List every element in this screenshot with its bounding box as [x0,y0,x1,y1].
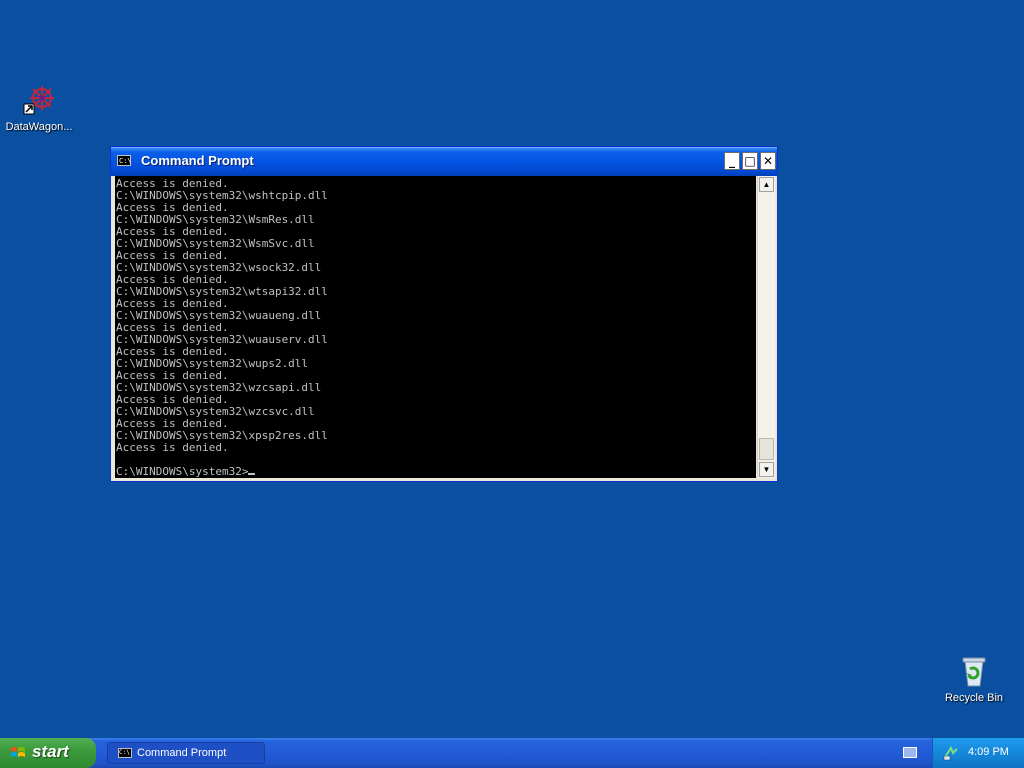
scroll-up-button[interactable]: ▲ [759,177,774,192]
command-prompt-text: C:\WINDOWS\system32> [116,465,249,478]
system-tray: 4:09 PM [932,738,1024,768]
maximize-icon: □ [744,154,756,168]
clock[interactable]: 4:09 PM [968,746,1009,758]
taskbar-item-label: Command Prompt [137,747,227,759]
up-arrow-icon: ▲ [762,180,771,189]
cmd-icon: C:\ [118,748,132,758]
desktop-icon-recycle-bin[interactable]: Recycle Bin [936,655,1012,704]
network-icon[interactable] [943,745,959,761]
command-prompt-window[interactable]: C:\ Command Prompt _ □ ✕ Access is denie… [110,146,778,482]
keyboard-icon[interactable] [903,747,917,758]
desktop-icon-label: Recycle Bin [944,692,1004,704]
vertical-scrollbar[interactable]: ▲ ▼ [757,176,775,478]
console-output[interactable]: Access is denied. C:\WINDOWS\system32\ws… [115,176,756,478]
desktop-icon-label: DataWagon... [5,121,73,133]
console-text: Access is denied. C:\WINDOWS\system32\ws… [115,176,756,478]
cmd-icon[interactable]: C:\ [117,155,132,166]
maximize-button[interactable]: □ [742,152,758,170]
windows-logo-icon [11,747,25,757]
console-line: Access is denied. [116,441,229,454]
taskbar-item-command-prompt[interactable]: C:\ Command Prompt [107,742,265,764]
minimize-icon: _ [729,154,735,168]
down-arrow-icon: ▼ [762,465,771,474]
minimize-button[interactable]: _ [724,152,740,170]
scroll-down-button[interactable]: ▼ [759,462,774,477]
desktop-icon-datawagon[interactable]: DataWagon... [1,84,77,133]
datawagon-icon [22,84,56,118]
text-cursor [248,473,256,475]
close-icon: ✕ [762,154,774,168]
start-label: start [32,742,69,761]
start-button[interactable]: start [0,738,96,768]
window-titlebar[interactable]: C:\ Command Prompt _ □ ✕ [111,147,777,176]
window-title: Command Prompt [141,153,254,168]
scroll-thumb[interactable] [759,438,774,460]
recycle-bin-icon [957,655,991,689]
taskbar: start C:\ Command Prompt 4:09 PM [0,738,1024,768]
close-button[interactable]: ✕ [760,152,776,170]
